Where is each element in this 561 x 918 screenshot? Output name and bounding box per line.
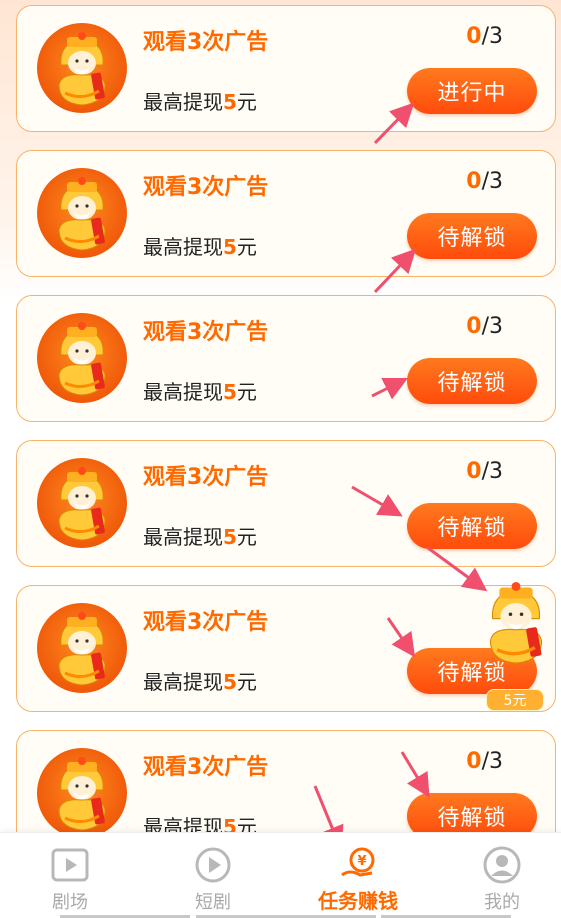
floating-reward-widget[interactable]: 5元: [466, 552, 561, 712]
tab-profile[interactable]: 我的: [432, 833, 561, 918]
task-card: 观看3次广告 最高提现5元 0/3 待解锁: [16, 150, 556, 277]
task-title: 观看3次广告: [143, 320, 269, 345]
tab-label: 我的: [484, 892, 520, 913]
tab-short-drama[interactable]: 短剧: [143, 833, 283, 918]
task-title: 观看3次广告: [143, 610, 269, 635]
task-status-button[interactable]: 待解锁: [407, 358, 537, 404]
task-reward: 最高提现5元: [143, 815, 257, 832]
task-card: 观看3次广告 最高提现5元 0/3 待解锁: [16, 440, 556, 567]
task-progress: 0/3: [466, 169, 503, 194]
money-god-icon: [37, 603, 127, 693]
profile-icon: [483, 846, 521, 884]
tab-label: 任务赚钱: [318, 889, 398, 913]
svg-text:¥: ¥: [357, 854, 366, 869]
bottom-tab-bar: 剧场 短剧 ¥ 任务赚钱 我的: [0, 832, 561, 918]
task-title: 观看3次广告: [143, 465, 269, 490]
tab-theater[interactable]: 剧场: [0, 833, 140, 918]
task-card: 观看3次广告 最高提现5元 0/3 进行中: [16, 5, 556, 132]
task-status-button[interactable]: 待解锁: [407, 793, 537, 832]
task-status-button[interactable]: 待解锁: [407, 503, 537, 549]
task-progress: 0/3: [466, 459, 503, 484]
task-card: 观看3次广告 最高提现5元 0/3 待解锁: [16, 730, 556, 832]
money-hand-icon: ¥: [341, 847, 375, 877]
money-god-icon: [37, 23, 127, 113]
float-badge: 5元: [486, 689, 544, 711]
task-reward: 最高提现5元: [143, 525, 257, 549]
task-reward: 最高提现5元: [143, 235, 257, 259]
theater-icon: [51, 848, 89, 882]
play-icon: [195, 847, 231, 883]
task-status-button[interactable]: 待解锁: [407, 213, 537, 259]
task-reward: 最高提现5元: [143, 670, 257, 694]
task-progress: 0/3: [466, 749, 503, 774]
task-reward: 最高提现5元: [143, 90, 257, 114]
money-god-icon: [37, 458, 127, 548]
task-reward: 最高提现5元: [143, 380, 257, 404]
money-god-icon: [37, 748, 127, 832]
task-title: 观看3次广告: [143, 755, 269, 780]
tab-label: 短剧: [195, 892, 231, 913]
task-card: 观看3次广告 最高提现5元 0/3 待解锁: [16, 295, 556, 422]
task-title: 观看3次广告: [143, 30, 269, 55]
task-progress: 0/3: [466, 24, 503, 49]
task-progress: 0/3: [466, 314, 503, 339]
task-status-button[interactable]: 进行中: [407, 68, 537, 114]
money-god-icon: [37, 168, 127, 258]
tab-earn-money[interactable]: ¥ 任务赚钱: [288, 833, 428, 918]
money-god-icon: [37, 313, 127, 403]
task-title: 观看3次广告: [143, 175, 269, 200]
money-god-icon: [488, 580, 544, 665]
tab-label: 剧场: [52, 892, 88, 913]
